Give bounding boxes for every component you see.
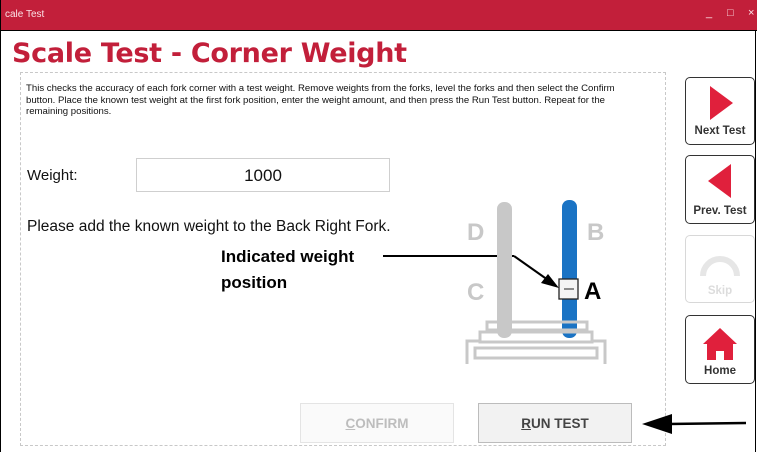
prev-test-button[interactable]: Prev. Test	[685, 155, 755, 224]
callout-line-diagonal	[513, 255, 549, 281]
fork-back-right	[562, 200, 577, 338]
prev-test-label: Prev. Test	[693, 205, 747, 217]
run-test-arrowhead	[642, 414, 672, 434]
confirm-accesskey: C	[345, 416, 356, 431]
play-right-icon	[710, 86, 733, 120]
fork-label-a: A	[584, 278, 601, 305]
fork-label-d: D	[467, 219, 484, 246]
next-test-button[interactable]: Next Test	[685, 77, 755, 145]
play-left-icon	[708, 164, 731, 198]
skip-label: Skip	[707, 285, 733, 297]
confirm-button[interactable]: CONFIRM	[300, 403, 454, 443]
home-icon	[703, 328, 737, 360]
fork-label-b: B	[587, 219, 604, 246]
run-test-label: UN TEST	[530, 416, 589, 431]
gauge-icon	[700, 256, 740, 277]
run-test-arrow-line	[667, 421, 747, 426]
run-test-button[interactable]: RUN TEST	[478, 403, 632, 443]
carriage-bar	[478, 330, 594, 344]
home-label: Home	[704, 365, 736, 377]
fork-back-left	[497, 202, 512, 338]
run-test-accesskey: R	[521, 416, 531, 431]
chassis	[465, 339, 607, 364]
confirm-label: ONFIRM	[355, 416, 409, 431]
fork-label-c: C	[467, 279, 484, 306]
chassis-plate	[473, 346, 599, 360]
skip-button[interactable]: Skip	[685, 235, 755, 303]
next-test-label: Next Test	[694, 125, 746, 137]
forklift-diagram: D B C A	[383, 200, 747, 434]
home-button[interactable]: Home	[685, 315, 755, 384]
